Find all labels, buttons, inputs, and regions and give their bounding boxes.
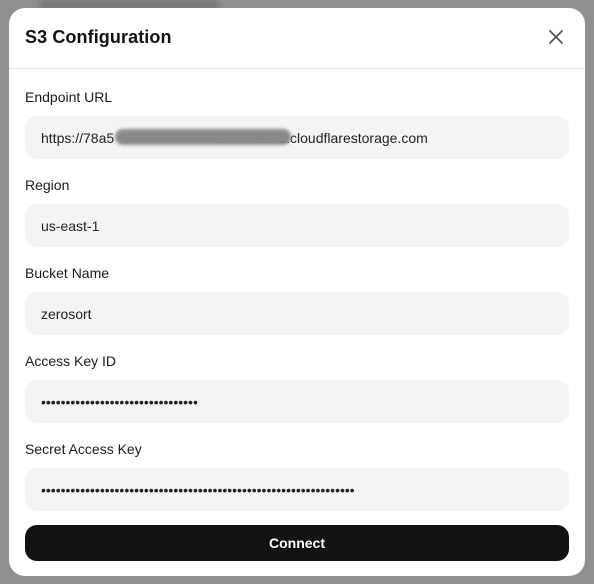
endpoint-input[interactable]: https://78a5 58e772e.r2.cloudflarestorag… [25,116,569,159]
dialog-header: S3 Configuration [9,8,585,69]
secret-key-label: Secret Access Key [25,441,142,457]
endpoint-label: Endpoint URL [25,89,113,105]
bucket-value: zerosort [41,305,92,322]
bucket-field: Bucket Name zerosort [25,264,569,335]
close-button[interactable] [545,26,567,48]
secret-key-input[interactable]: ••••••••••••••••••••••••••••••••••••••••… [25,468,569,511]
bucket-input[interactable]: zerosort [25,292,569,335]
dialog-title: S3 Configuration [25,27,172,47]
connect-button[interactable]: Connect [25,525,569,561]
endpoint-field: Endpoint URL https://78a5 58e772e.r2.clo… [25,88,569,159]
region-input[interactable]: us-east-1 [25,204,569,247]
region-field: Region us-east-1 [25,176,569,247]
access-key-label: Access Key ID [25,353,117,369]
redaction-mark [115,129,291,145]
secret-key-value: ••••••••••••••••••••••••••••••••••••••••… [41,481,355,498]
region-value: us-east-1 [41,217,100,234]
access-key-input[interactable]: •••••••••••••••••••••••••••••••• [25,380,569,423]
close-icon [549,30,563,44]
access-key-value: •••••••••••••••••••••••••••••••• [41,393,198,410]
s3-config-dialog: S3 Configuration Endpoint URL https://78… [9,8,585,576]
access-key-field: Access Key ID ••••••••••••••••••••••••••… [25,352,569,423]
bucket-label: Bucket Name [25,265,110,281]
region-label: Region [25,177,70,193]
secret-key-field: Secret Access Key ••••••••••••••••••••••… [25,440,569,511]
